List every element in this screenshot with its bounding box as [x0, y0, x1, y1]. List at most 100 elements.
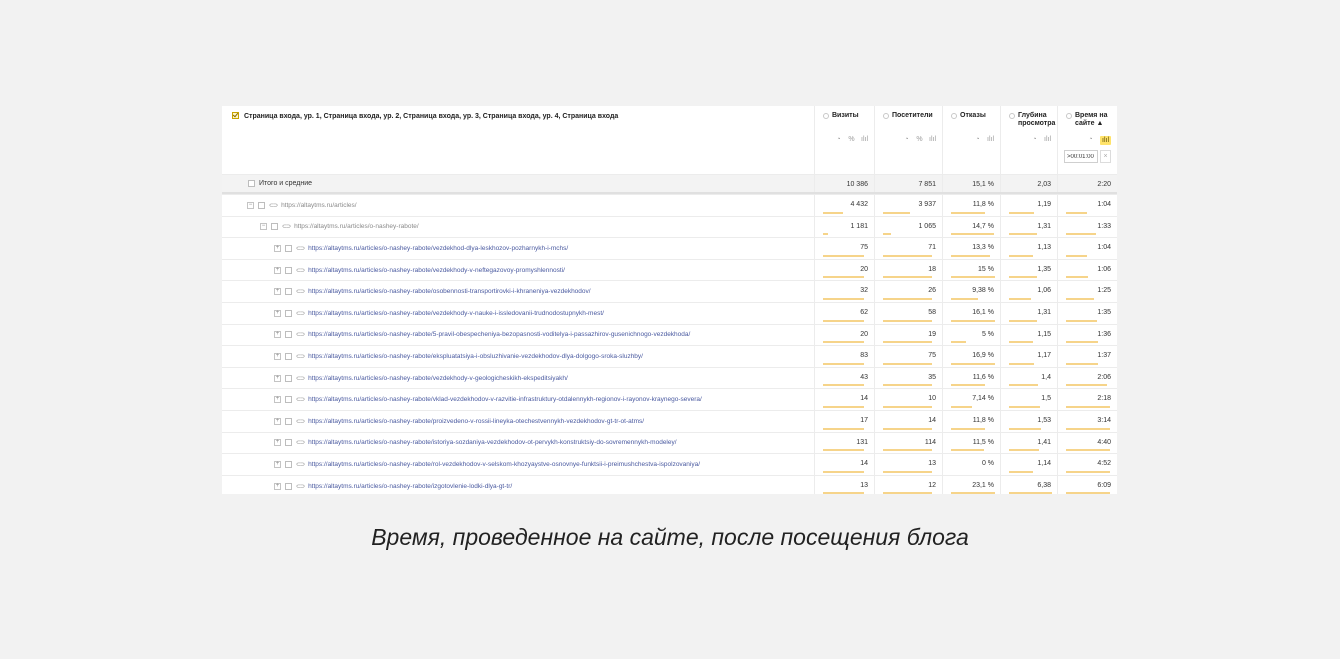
row-checkbox[interactable] — [285, 417, 292, 425]
column-radio-visits[interactable] — [823, 113, 829, 119]
row-url-link[interactable]: https://altaytms.ru/articles/o-nashey-ra… — [308, 483, 512, 490]
bar-chart-icon[interactable]: ılıl — [987, 136, 994, 143]
cell-bar-visits — [823, 276, 864, 279]
bar-chart-icon[interactable]: ılıl — [1044, 136, 1051, 143]
collapse-icon[interactable]: − — [260, 223, 267, 231]
external-link-icon[interactable]: ⊂⊃ — [296, 483, 305, 490]
row-url-link[interactable]: https://altaytms.ru/articles/o-nashey-ra… — [308, 245, 568, 252]
row-url-link[interactable]: https://altaytms.ru/articles/o-nashey-ra… — [308, 375, 568, 382]
row-url-link[interactable]: https://altaytms.ru/articles/ — [281, 202, 357, 209]
external-link-icon[interactable]: ⊂⊃ — [296, 331, 305, 338]
percent-icon[interactable]: % — [916, 136, 923, 143]
cell-bounce: 14,7 % — [942, 216, 1000, 238]
row-checkbox[interactable] — [258, 201, 265, 209]
pie-chart-icon[interactable]: ◔ — [1087, 136, 1094, 145]
row-url-link[interactable]: https://altaytms.ru/articles/o-nashey-ra… — [308, 331, 690, 338]
expand-icon[interactable]: + — [274, 309, 281, 317]
pie-chart-icon[interactable]: ◔ — [835, 136, 842, 143]
column-radio-bounce[interactable] — [951, 113, 957, 119]
cell-value-depth: 1,4 — [1041, 373, 1051, 381]
row-url-link[interactable]: https://altaytms.ru/articles/o-nashey-ra… — [308, 288, 591, 295]
cell-value-visitors: 10 — [928, 395, 936, 403]
external-link-icon[interactable]: ⊂⊃ — [296, 418, 305, 425]
row-url-link[interactable]: https://altaytms.ru/articles/o-nashey-ra… — [308, 396, 702, 403]
dimensions-label: Страница входа, ур. 1, Страница входа, у… — [244, 113, 619, 120]
row-url-link[interactable]: https://altaytms.ru/articles/o-nashey-ra… — [308, 439, 677, 446]
expand-icon[interactable]: + — [274, 288, 281, 296]
cell-value-depth: 1,5 — [1041, 395, 1051, 403]
row-checkbox[interactable] — [285, 331, 292, 339]
row-checkbox[interactable] — [271, 223, 278, 231]
row-checkbox[interactable] — [285, 396, 292, 404]
external-link-icon[interactable]: ⊂⊃ — [296, 267, 305, 274]
expand-icon[interactable]: + — [274, 460, 281, 468]
column-radio-depth[interactable] — [1009, 113, 1015, 119]
table-row: + ⊂⊃ https://altaytms.ru/articles/o-nashey… — [222, 237, 1117, 259]
external-link-icon[interactable]: ⊂⊃ — [296, 353, 305, 360]
collapse-icon[interactable]: − — [247, 201, 254, 209]
column-header-bounce[interactable]: Отказы ◔ ılıl — [942, 106, 1000, 174]
pie-chart-icon[interactable]: ◔ — [974, 136, 981, 143]
expand-icon[interactable]: + — [274, 374, 281, 382]
row-name-cell: + ⊂⊃ https://altaytms.ru/articles/o-nashey… — [222, 433, 866, 454]
percent-icon[interactable]: % — [848, 136, 855, 143]
external-link-icon[interactable]: ⊂⊃ — [296, 461, 305, 468]
dimensions-checkbox[interactable] — [232, 112, 239, 119]
cell-value-visits: 20 — [860, 265, 868, 273]
row-checkbox[interactable] — [285, 352, 292, 360]
pie-chart-icon[interactable]: ◔ — [1031, 136, 1038, 143]
expand-icon[interactable]: + — [274, 266, 281, 274]
external-link-icon[interactable]: ⊂⊃ — [269, 202, 278, 209]
external-link-icon[interactable]: ⊂⊃ — [296, 288, 305, 295]
table-row: + ⊂⊃ https://altaytms.ru/articles/o-nashey… — [222, 474, 1117, 494]
column-radio-time[interactable] — [1066, 113, 1072, 119]
bar-chart-icon[interactable]: ılıl — [861, 136, 868, 143]
external-link-icon[interactable]: ⊂⊃ — [296, 310, 305, 317]
row-checkbox[interactable] — [285, 374, 292, 382]
row-checkbox[interactable] — [285, 309, 292, 317]
column-radio-visitors[interactable] — [883, 113, 889, 119]
expand-icon[interactable]: + — [274, 331, 281, 339]
time-filter-input[interactable] — [1064, 150, 1098, 163]
external-link-icon[interactable]: ⊂⊃ — [296, 245, 305, 252]
bar-chart-icon[interactable]: ılıl — [929, 136, 936, 143]
pie-chart-icon[interactable]: ◔ — [903, 136, 910, 143]
cell-bar-visitors — [883, 362, 932, 365]
external-link-icon[interactable]: ⊂⊃ — [282, 223, 291, 230]
row-checkbox[interactable] — [285, 288, 292, 296]
row-checkbox[interactable] — [285, 460, 292, 468]
bar-chart-icon[interactable]: ılıl — [1100, 136, 1111, 145]
expand-icon[interactable]: + — [274, 439, 281, 447]
row-checkbox[interactable] — [285, 266, 292, 274]
row-url-link[interactable]: https://altaytms.ru/articles/o-nashey-ra… — [294, 223, 419, 230]
row-url-link[interactable]: https://altaytms.ru/articles/o-nashey-ra… — [308, 353, 643, 360]
cell-value-bounce: 7,14 % — [972, 395, 994, 403]
clear-filter-icon[interactable]: × — [1100, 150, 1111, 163]
cell-bar-bounce — [951, 384, 985, 387]
column-header-visits[interactable]: Визиты ◔% ılıl — [814, 106, 874, 174]
external-link-icon[interactable]: ⊂⊃ — [296, 439, 305, 446]
expand-icon[interactable]: + — [274, 482, 281, 490]
row-name-cell: + ⊂⊃ https://altaytms.ru/articles/o-nashey… — [222, 411, 866, 432]
external-link-icon[interactable]: ⊂⊃ — [296, 396, 305, 403]
table-row: + ⊂⊃ https://altaytms.ru/articles/o-nashey… — [222, 431, 1117, 454]
expand-icon[interactable]: + — [274, 352, 281, 360]
row-url-link[interactable]: https://altaytms.ru/articles/o-nashey-ra… — [308, 461, 700, 468]
column-header-depth[interactable]: Глубина просмотра ◔ ılıl — [1000, 106, 1057, 174]
row-checkbox[interactable] — [285, 482, 292, 490]
row-url-link[interactable]: https://altaytms.ru/articles/o-nashey-ra… — [308, 310, 604, 317]
expand-icon[interactable]: + — [274, 396, 281, 404]
expand-icon[interactable]: + — [274, 417, 281, 425]
column-header-time[interactable]: Время на сайте ▲ ◔ ılıl × — [1057, 106, 1117, 174]
row-checkbox[interactable] — [285, 244, 292, 252]
cell-bounce: 11,6 % — [942, 367, 1000, 389]
row-url-link[interactable]: https://altaytms.ru/articles/o-nashey-ra… — [308, 267, 565, 274]
totals-checkbox[interactable] — [248, 180, 255, 187]
expand-icon[interactable]: + — [274, 244, 281, 252]
dimensions-selector[interactable]: Страница входа, ур. 1, Страница входа, у… — [232, 112, 812, 121]
row-url-link[interactable]: https://altaytms.ru/articles/o-nashey-ra… — [308, 418, 644, 425]
row-checkbox[interactable] — [285, 439, 292, 447]
external-link-icon[interactable]: ⊂⊃ — [296, 375, 305, 382]
column-header-visitors[interactable]: Посетители ◔% ılıl — [874, 106, 942, 174]
cell-depth: 1,17 — [1000, 346, 1057, 367]
